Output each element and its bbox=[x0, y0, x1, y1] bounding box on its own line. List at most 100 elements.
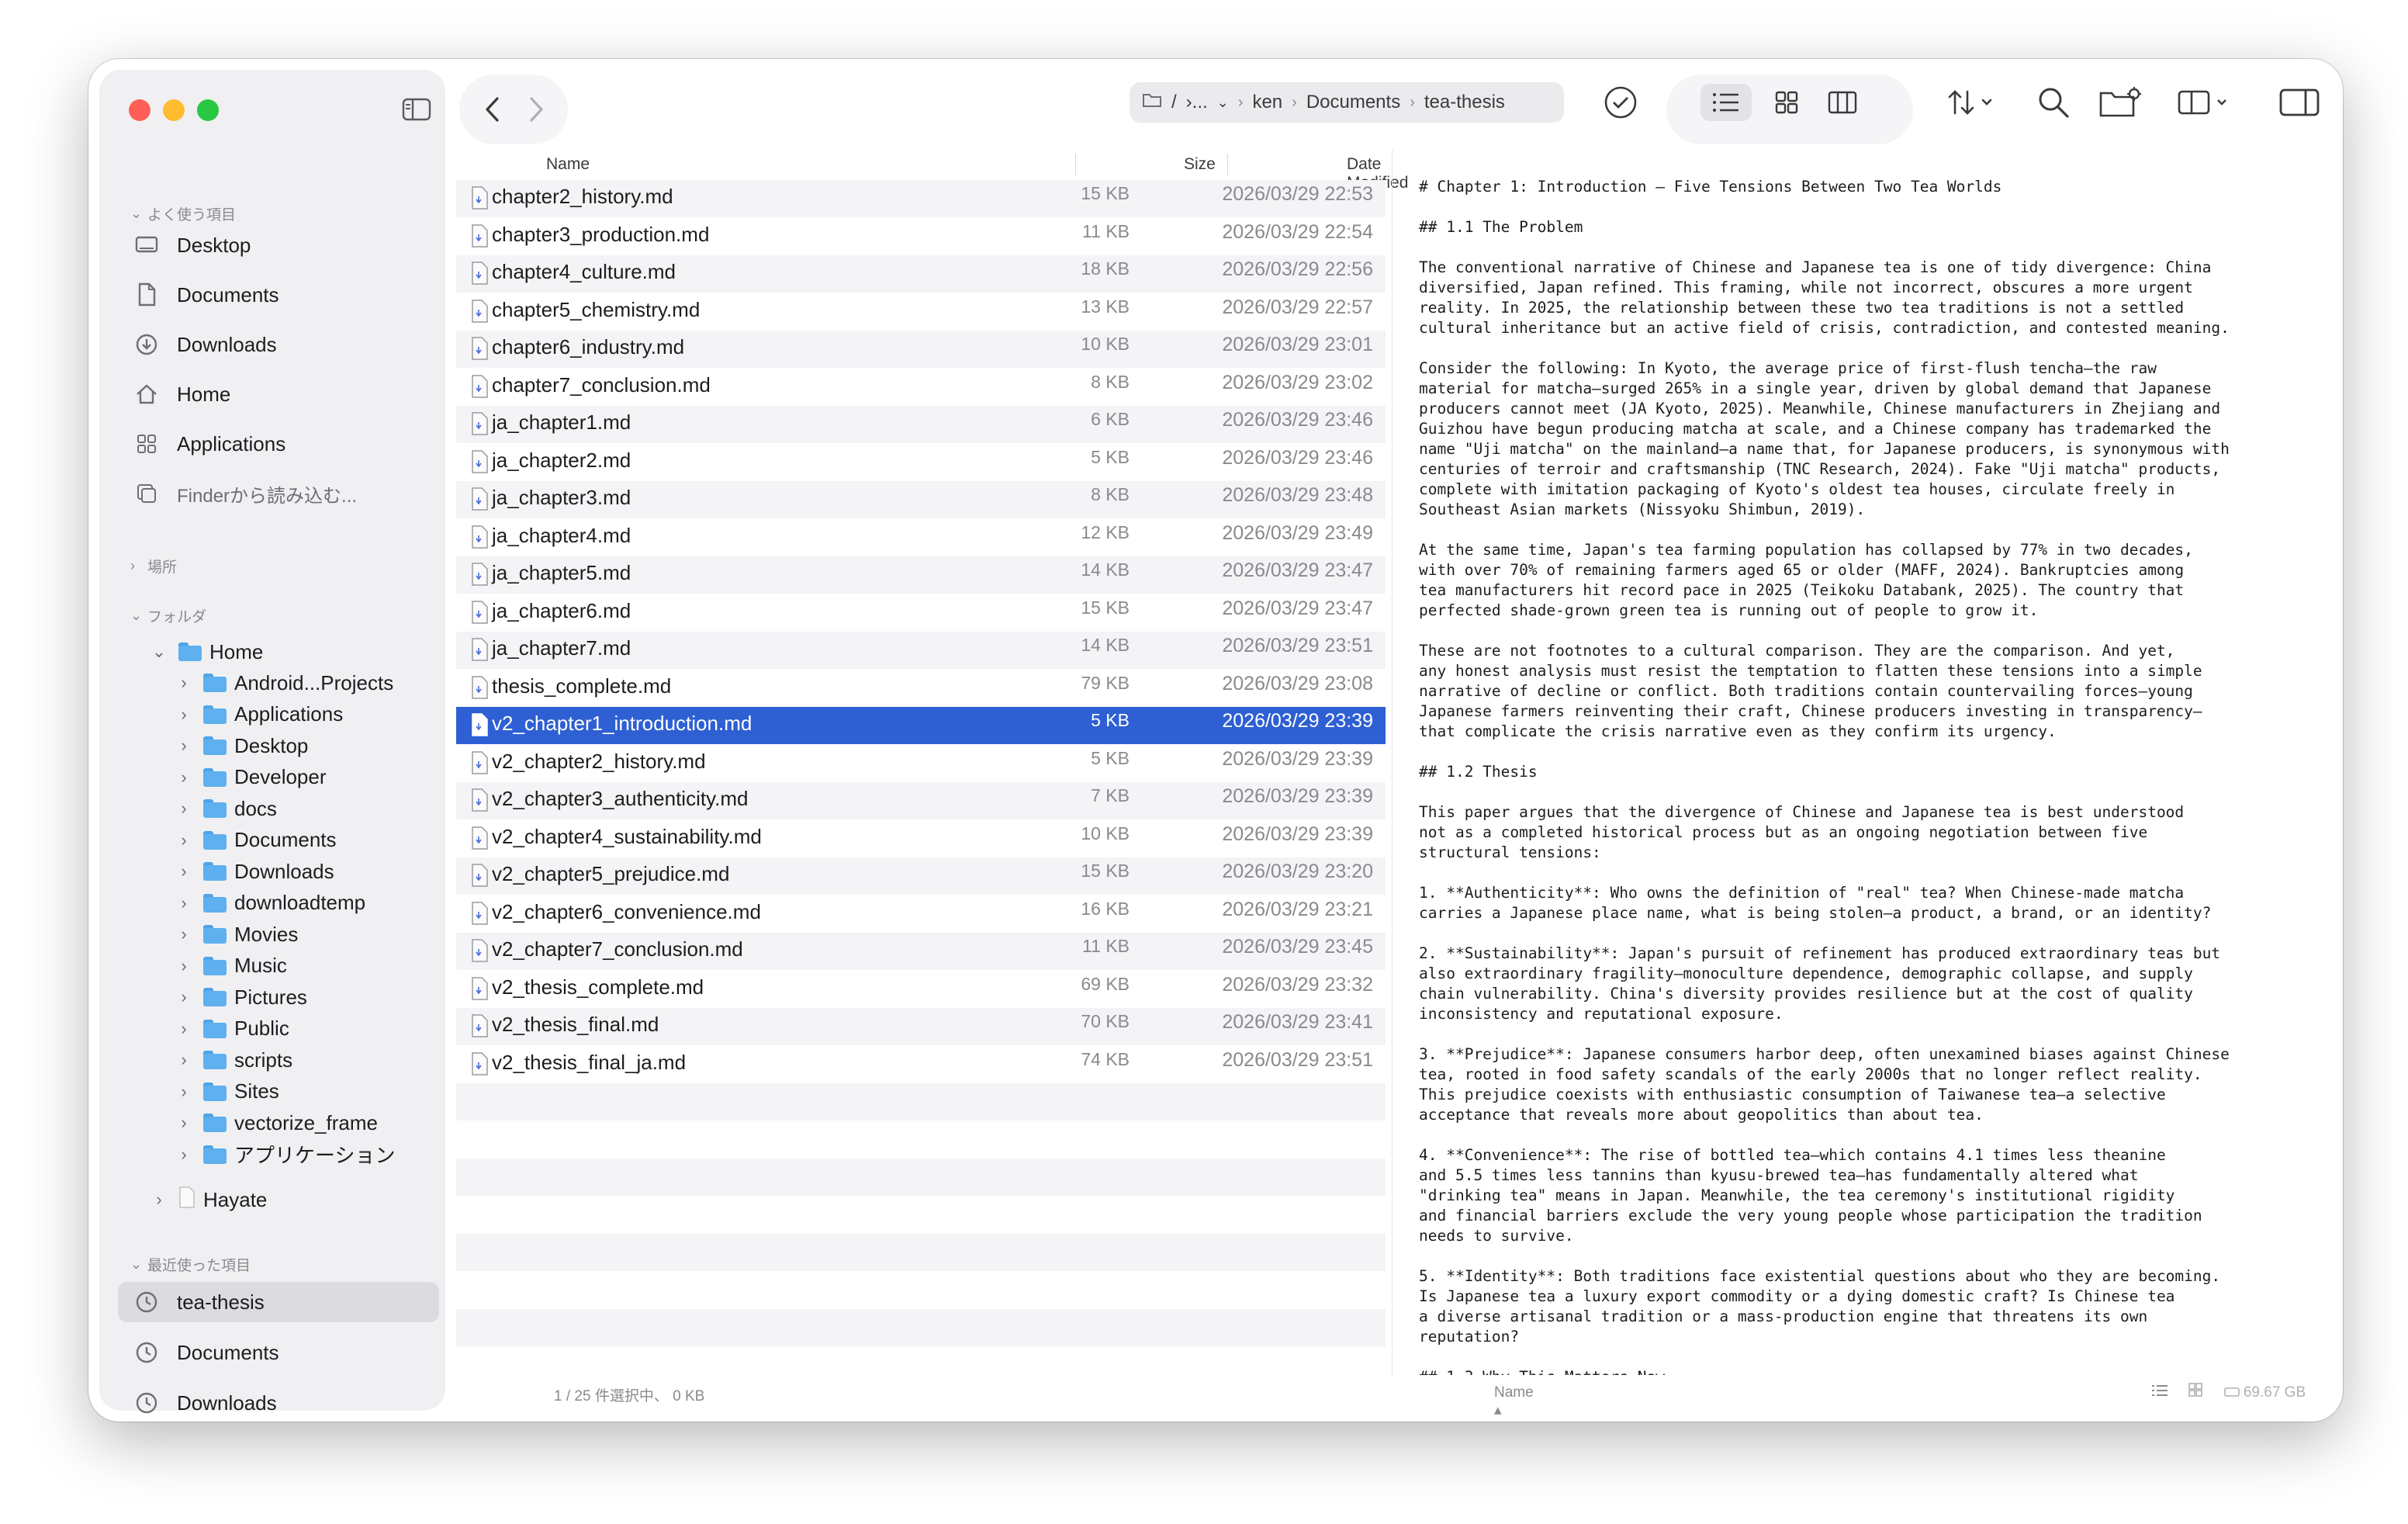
preview-pane[interactable]: # Chapter 1: Introduction — Five Tension… bbox=[1392, 149, 2333, 1375]
folder-icon bbox=[203, 674, 227, 692]
table-row[interactable]: v2_chapter5_prejudice.md 15 KB 2026/03/29 … bbox=[456, 857, 1386, 895]
table-row[interactable]: v2_chapter7_conclusion.md 11 KB 2026/03/29… bbox=[456, 933, 1386, 970]
table-row[interactable]: v2_chapter2_history.md 5 KB 2026/03/29 23:… bbox=[456, 745, 1386, 782]
markdown-file-icon bbox=[470, 901, 490, 927]
column-size-header[interactable]: Size bbox=[1184, 155, 1216, 174]
tree-item-folder[interactable]: › Documents bbox=[175, 825, 336, 856]
sidebar-recent-item[interactable]: Downloads bbox=[133, 1383, 277, 1422]
file-name: v2_chapter6_convenience.md bbox=[492, 899, 761, 923]
folder-icon bbox=[203, 705, 227, 724]
table-row[interactable]: thesis_complete.md 79 KB 2026/03/29 23:08 bbox=[456, 670, 1386, 707]
tree-item-folder[interactable]: › アプリケーション bbox=[175, 1139, 395, 1170]
checkmark-circle-icon[interactable] bbox=[1600, 82, 1642, 123]
folder-icon bbox=[203, 988, 227, 1006]
table-row[interactable]: chapter5_chemistry.md 13 KB 2026/03/29 22:… bbox=[456, 293, 1386, 331]
sidebar-item-import[interactable]: Finderから読み込む... bbox=[133, 473, 357, 514]
sidebar-recent-item[interactable]: tea-thesis bbox=[133, 1282, 265, 1322]
tree-item-folder[interactable]: › downloadtemp bbox=[175, 888, 365, 919]
sidebar-item-downloads[interactable]: Downloads bbox=[133, 324, 277, 365]
tree-item-folder[interactable]: › Android...Projects bbox=[175, 667, 393, 698]
file-date: 2026/03/29 23:39 bbox=[1222, 710, 1373, 732]
tree-item-folder[interactable]: › vectorize_frame bbox=[175, 1107, 378, 1138]
breadcrumb-segment[interactable]: tea-thesis bbox=[1424, 92, 1505, 113]
table-row[interactable]: ja_chapter7.md 14 KB 2026/03/29 23:51 bbox=[456, 632, 1386, 669]
tree-item-folder[interactable]: › Movies bbox=[175, 919, 298, 950]
separator-icon: › bbox=[1410, 93, 1415, 111]
table-row[interactable]: ja_chapter3.md 8 KB 2026/03/29 23:48 bbox=[456, 481, 1386, 518]
table-row[interactable]: v2_thesis_final.md 70 KB 2026/03/29 23:41 bbox=[456, 1008, 1386, 1045]
grid-view-icon[interactable] bbox=[1769, 82, 1804, 123]
tree-item-folder[interactable]: › docs bbox=[175, 793, 277, 824]
table-row[interactable]: ja_chapter2.md 5 KB 2026/03/29 23:46 bbox=[456, 444, 1386, 481]
folder-icon bbox=[203, 1051, 227, 1069]
column-name-header[interactable]: Name bbox=[546, 155, 590, 174]
column-header-row: Name Size Date Modified bbox=[445, 149, 1408, 192]
breadcrumb-segment[interactable]: ken bbox=[1252, 92, 1282, 113]
table-row[interactable]: ja_chapter4.md 12 KB 2026/03/29 23:49 bbox=[456, 519, 1386, 556]
breadcrumb-ellipsis[interactable]: ›... bbox=[1186, 92, 1208, 113]
recents-section-header[interactable]: ⌄ 最近使った項目 bbox=[130, 1254, 251, 1275]
tree-item-folder[interactable]: › scripts bbox=[175, 1044, 292, 1075]
tree-item-home[interactable]: ⌄ Home bbox=[150, 636, 264, 667]
tree-item-hayate[interactable]: › Hayate bbox=[150, 1184, 267, 1215]
preview-pane-toggle-icon[interactable] bbox=[2276, 82, 2323, 123]
tree-item-folder[interactable]: › Applications bbox=[175, 699, 343, 730]
file-name: v2_chapter3_authenticity.md bbox=[492, 787, 749, 810]
sidebar-item-documents[interactable]: Documents bbox=[133, 275, 279, 315]
file-name: ja_chapter2.md bbox=[492, 448, 631, 472]
list-view-icon[interactable] bbox=[1708, 82, 1744, 123]
tree-item-folder[interactable]: › Music bbox=[175, 951, 287, 982]
file-list: Name Size Date Modified chapter2_history… bbox=[445, 149, 1408, 1414]
forward-icon[interactable] bbox=[518, 92, 554, 127]
sidebar-item-home[interactable]: Home bbox=[133, 374, 230, 414]
table-row[interactable]: chapter4_culture.md 18 KB 2026/03/29 22:56 bbox=[456, 255, 1386, 293]
table-row[interactable]: chapter6_industry.md 10 KB 2026/03/29 23:0… bbox=[456, 331, 1386, 368]
sidebar-toggle-icon[interactable] bbox=[402, 98, 431, 121]
tree-item-folder[interactable]: › Sites bbox=[175, 1076, 279, 1107]
file-size: 5 KB bbox=[1091, 747, 1130, 768]
column-divider[interactable] bbox=[1227, 154, 1228, 175]
grid-view-small-icon[interactable] bbox=[2188, 1383, 2206, 1401]
zoom-window-button[interactable] bbox=[197, 99, 219, 121]
chevron-right-icon: › bbox=[181, 798, 187, 818]
sort-button[interactable] bbox=[1941, 82, 2003, 123]
breadcrumb-segment[interactable]: Documents bbox=[1306, 92, 1400, 113]
table-row[interactable]: ja_chapter6.md 15 KB 2026/03/29 23:47 bbox=[456, 594, 1386, 632]
column-divider[interactable] bbox=[1075, 154, 1076, 175]
sidebar-recent-item[interactable]: Documents bbox=[133, 1332, 279, 1373]
layout-menu-icon[interactable] bbox=[2174, 82, 2236, 123]
table-row[interactable]: v2_thesis_complete.md 69 KB 2026/03/29 23:… bbox=[456, 971, 1386, 1008]
disk-icon bbox=[2223, 1384, 2240, 1401]
favorites-section-header[interactable]: ⌄ よく使う項目 bbox=[130, 203, 236, 224]
table-row[interactable]: v2_chapter4_sustainability.md 10 KB 2026/0… bbox=[456, 820, 1386, 857]
empty-row bbox=[456, 1121, 1386, 1159]
close-window-button[interactable] bbox=[129, 99, 150, 121]
breadcrumb-root[interactable]: / bbox=[1171, 92, 1177, 113]
locations-section-header[interactable]: › 場所 bbox=[130, 556, 177, 577]
tree-item-folder[interactable]: › Downloads bbox=[175, 856, 334, 887]
table-row[interactable]: v2_chapter3_authenticity.md 7 KB 2026/03/2… bbox=[456, 782, 1386, 819]
table-row[interactable]: v2_chapter6_convenience.md 16 KB 2026/03/2… bbox=[456, 895, 1386, 933]
sidebar-item-applications[interactable]: Applications bbox=[133, 424, 285, 464]
column-view-icon[interactable] bbox=[1823, 82, 1862, 123]
table-row[interactable]: chapter3_production.md 11 KB 2026/03/29 22… bbox=[456, 218, 1386, 255]
table-row[interactable]: v2_thesis_final_ja.md 74 KB 2026/03/29 23:… bbox=[456, 1046, 1386, 1083]
tree-item-folder[interactable]: › Public bbox=[175, 1013, 289, 1044]
minimize-window-button[interactable] bbox=[163, 99, 185, 121]
table-row[interactable]: ja_chapter5.md 14 KB 2026/03/29 23:47 bbox=[456, 556, 1386, 594]
tree-item-folder[interactable]: › Desktop bbox=[175, 730, 308, 761]
new-folder-icon[interactable] bbox=[2096, 82, 2146, 123]
list-view-small-icon[interactable] bbox=[2152, 1384, 2171, 1401]
table-row[interactable]: v2_chapter1_introduction.md 5 KB 2026/03/2… bbox=[456, 707, 1386, 744]
table-row[interactable]: chapter2_history.md 15 KB 2026/03/29 22:53 bbox=[456, 180, 1386, 217]
tree-item-folder[interactable]: › Pictures bbox=[175, 982, 307, 1013]
search-icon[interactable] bbox=[2034, 82, 2073, 123]
back-icon[interactable] bbox=[475, 92, 510, 127]
folders-section-header[interactable]: ⌄ フォルダ bbox=[130, 605, 206, 626]
table-row[interactable]: chapter7_conclusion.md 8 KB 2026/03/29 23:… bbox=[456, 369, 1386, 406]
chevron-down-icon: ⌄ bbox=[151, 642, 167, 661]
tree-item-folder[interactable]: › Developer bbox=[175, 762, 326, 793]
table-row[interactable]: ja_chapter1.md 6 KB 2026/03/29 23:46 bbox=[456, 406, 1386, 443]
sidebar-item-desktop[interactable]: Desktop bbox=[133, 225, 251, 265]
recent-item-label: Documents bbox=[177, 1340, 279, 1364]
